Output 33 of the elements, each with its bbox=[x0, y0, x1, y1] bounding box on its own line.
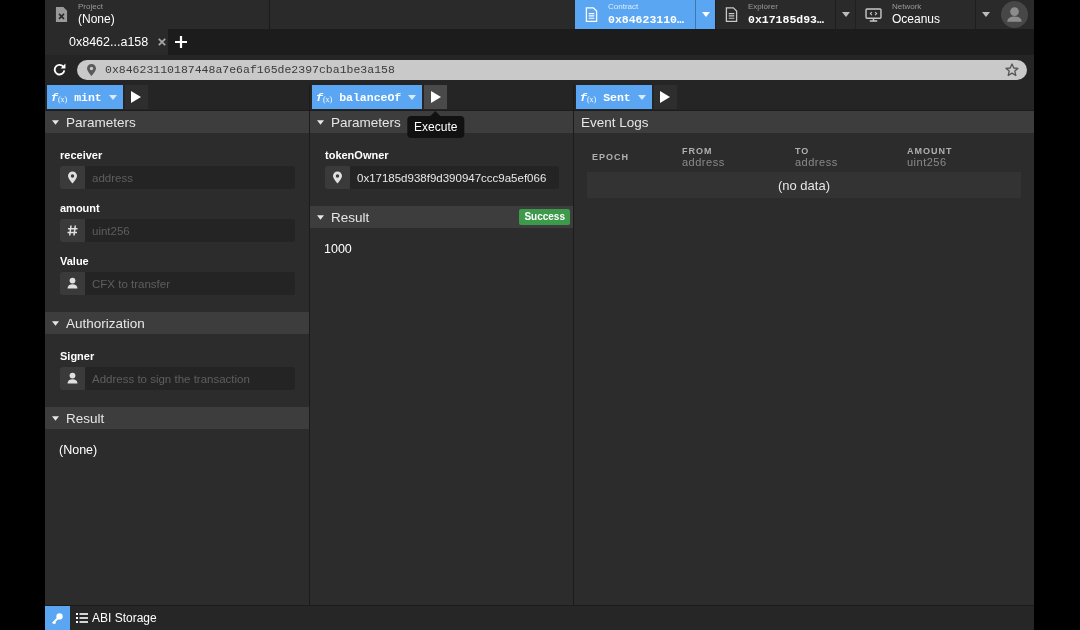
tab-label: 0x8462...a158 bbox=[69, 35, 149, 49]
field-label: Value bbox=[60, 254, 89, 268]
project-value: (None) bbox=[78, 12, 115, 27]
section-title: Result bbox=[66, 410, 105, 426]
execute-tooltip: Execute bbox=[407, 111, 465, 138]
section-title: Parameters bbox=[66, 114, 136, 130]
selector-value: Oceanus bbox=[892, 12, 941, 27]
project-label: Project bbox=[78, 2, 103, 12]
column-header: TO bbox=[795, 146, 810, 156]
field-label: receiver bbox=[60, 148, 103, 162]
section-title: Event Logs bbox=[581, 114, 649, 130]
status-badge: Success bbox=[519, 209, 570, 225]
section-title: Result bbox=[331, 209, 370, 225]
field-label: amount bbox=[60, 201, 100, 215]
column-header: FROM bbox=[682, 146, 713, 156]
field-label: Signer bbox=[60, 349, 95, 363]
column-type: uint256 bbox=[907, 156, 947, 168]
selector-label: Explorer bbox=[748, 2, 778, 12]
section-title: Authorization bbox=[66, 315, 145, 331]
empty-table-message: (no data) bbox=[587, 172, 1021, 198]
address-text: 0x84623110187448a7e6af165de2397cba1be3a158 bbox=[105, 63, 396, 76]
section-title: Parameters bbox=[331, 114, 401, 130]
result-value: 1000 bbox=[324, 242, 352, 256]
column-type: address bbox=[682, 156, 725, 168]
selector-label: Contract bbox=[608, 2, 639, 12]
column-header: AMOUNT bbox=[907, 146, 953, 156]
field-label: tokenOwner bbox=[325, 148, 389, 162]
selector-value: 0x84623110… bbox=[608, 12, 684, 27]
column-type: address bbox=[795, 156, 838, 168]
column-header: EPOCH bbox=[592, 152, 629, 162]
result-value: (None) bbox=[59, 443, 98, 457]
selector-value: 0x17185d93… bbox=[748, 12, 824, 27]
selector-label: Network bbox=[892, 2, 922, 12]
